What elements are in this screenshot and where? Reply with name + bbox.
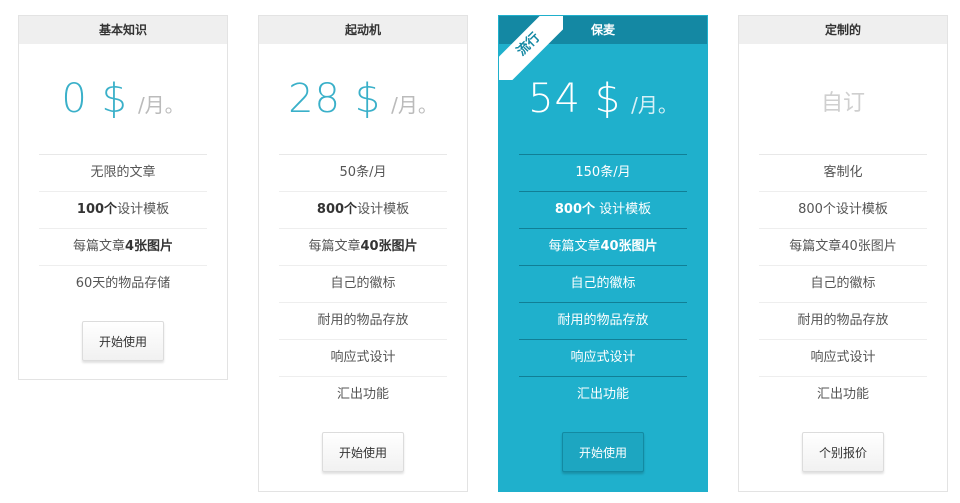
feature-item: 响应式设计 [759, 340, 927, 377]
feature-item: 800个设计模板 [759, 192, 927, 229]
feature-list: 50条/月 800个设计模板 每篇文章40张图片 自己的徽标 耐用的物品存放 响… [279, 154, 447, 414]
price-period: /月。 [631, 92, 678, 117]
plan-price: 自订 [739, 44, 947, 154]
plan-price: 28 $ /月。 [259, 44, 467, 154]
price-amount: 28 $ [288, 76, 382, 122]
feature-item: 自己的徽标 [279, 266, 447, 303]
feature-item: 每篇文章40张图片 [279, 229, 447, 266]
feature-item: 60天的物品存储 [75, 276, 171, 291]
feature-item: 耐用的物品存放 [279, 303, 447, 340]
start-button[interactable]: 开始使用 [562, 432, 644, 472]
feature-item: 响应式设计 [279, 340, 447, 377]
feature-item: 汇出功能 [816, 387, 869, 402]
price-amount: 0 $ [61, 76, 128, 122]
feature-item: 800个 设计模板 [519, 192, 687, 229]
plan-name: 基本知识 [19, 16, 227, 44]
start-button[interactable]: 开始使用 [82, 321, 164, 361]
feature-item: 汇出功能 [336, 387, 389, 402]
plan-card-basic: 基本知识 0 $ /月。 无限的文章 100个设计模板 每篇文章4张图片 60天… [18, 15, 228, 380]
plan-card-popular: 流行 保麦 54 $ /月。 150条/月 800个 设计模板 每篇文章40张图… [498, 15, 708, 492]
feature-item: 自己的徽标 [759, 266, 927, 303]
plan-name: 定制的 [739, 16, 947, 44]
feature-item: 耐用的物品存放 [519, 303, 687, 340]
feature-item: 耐用的物品存放 [759, 303, 927, 340]
feature-item: 150条/月 [519, 155, 687, 192]
feature-list: 150条/月 800个 设计模板 每篇文章40张图片 自己的徽标 耐用的物品存放… [519, 154, 687, 414]
feature-item: 汇出功能 [576, 387, 629, 402]
feature-item: 50条/月 [279, 155, 447, 192]
feature-item: 每篇文章4张图片 [39, 229, 207, 266]
feature-item: 无限的文章 [39, 155, 207, 192]
feature-list: 客制化 800个设计模板 每篇文章40张图片 自己的徽标 耐用的物品存放 响应式… [759, 154, 927, 414]
start-button[interactable]: 开始使用 [322, 432, 404, 472]
price-period: /月。 [391, 92, 438, 117]
plan-name: 起动机 [259, 16, 467, 44]
feature-item: 客制化 [759, 155, 927, 192]
feature-list: 无限的文章 100个设计模板 每篇文章4张图片 60天的物品存储 [39, 154, 207, 303]
feature-item: 响应式设计 [519, 340, 687, 377]
plan-card-starter: 起动机 28 $ /月。 50条/月 800个设计模板 每篇文章40张图片 自己… [258, 15, 468, 492]
feature-item: 每篇文章40张图片 [759, 229, 927, 266]
popular-ribbon: 流行 [499, 16, 563, 80]
price-amount: 54 $ [528, 76, 622, 122]
plan-card-custom: 定制的 自订 客制化 800个设计模板 每篇文章40张图片 自己的徽标 耐用的物… [738, 15, 948, 492]
quote-button[interactable]: 个别报价 [802, 432, 884, 472]
feature-item: 每篇文章40张图片 [519, 229, 687, 266]
feature-item: 800个设计模板 [279, 192, 447, 229]
price-period: /月。 [137, 92, 185, 117]
custom-price-label: 自订 [820, 91, 865, 116]
feature-item: 自己的徽标 [519, 266, 687, 303]
plan-price: 0 $ /月。 [19, 44, 227, 154]
feature-item: 100个设计模板 [39, 192, 207, 229]
ribbon-label: 流行 [499, 16, 563, 80]
